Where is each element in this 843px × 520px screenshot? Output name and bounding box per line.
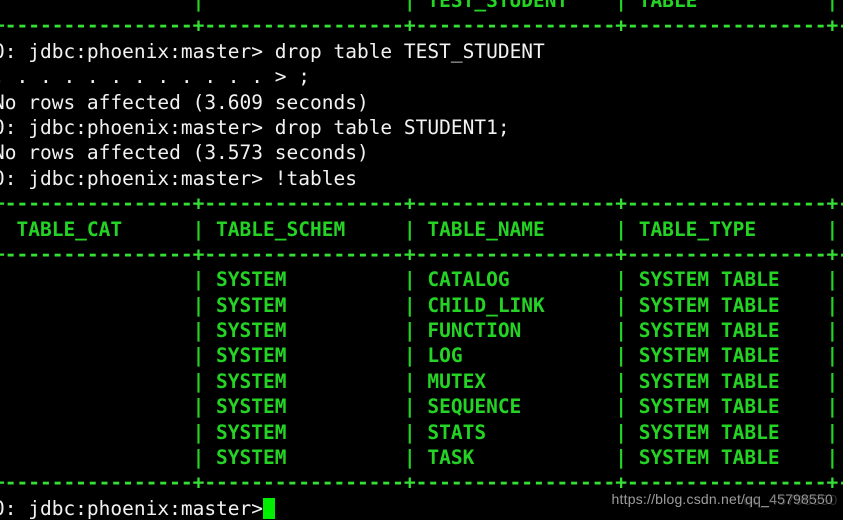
table-row: | | SYSTEM | LOG | SYSTEM TABLE | | [0, 344, 839, 368]
terminal-screen: | | | TEST_STUDENT | TABLE | | +--------… [0, 0, 843, 520]
command-text: drop table STUDENT1; [263, 115, 510, 139]
table-separator-top: +----------------+-----------------+----… [0, 14, 843, 38]
command-line-drop-test-student: 0: jdbc:phoenix:master> drop table TEST_… [0, 39, 843, 64]
shell-prompt: 0: jdbc:phoenix:master> [0, 166, 264, 190]
continuation-line: . . . . . . . . . . . . > ; [0, 64, 843, 89]
table-separator-above-header: +----------------+-----------------+----… [0, 192, 843, 216]
table-row-text: | | | TEST_STUDENT | TABLE | | [0, 0, 839, 12]
table-row: | | SYSTEM | TASK | SYSTEM TABLE | | [0, 446, 839, 470]
shell-prompt: 0: jdbc:phoenix:master> [0, 115, 264, 139]
table-row: | | SYSTEM | CHILD_LINK | SYSTEM TABLE |… [0, 293, 839, 317]
table-row: | | SYSTEM | FUNCTION | SYSTEM TABLE | | [0, 319, 839, 343]
command-text: !tables [263, 166, 357, 190]
scrollback-partial-row: | | | TEST_STUDENT | TABLE | | [0, 0, 843, 13]
watermark-ghost-text: qq_45798550 [743, 491, 838, 509]
output-rows-affected-1: No rows affected (3.609 seconds) [0, 90, 369, 114]
table-separator-below-header: +----------------+-----------------+----… [0, 242, 843, 266]
output-rows-affected-2: No rows affected (3.573 seconds) [0, 141, 369, 165]
watermark: https://blog.csdn.net/qq_45798550 qq_4579… [612, 487, 838, 512]
terminal-window[interactable]: | | | TEST_STUDENT | TABLE | | +--------… [0, 0, 843, 520]
shell-prompt: 0: jdbc:phoenix:master> [0, 496, 264, 520]
table-row: | | SYSTEM | CATALOG | SYSTEM TABLE | | [0, 268, 839, 292]
command-text: drop table TEST_STUDENT [263, 39, 545, 63]
table-row: | | SYSTEM | MUTEX | SYSTEM TABLE | | [0, 369, 839, 393]
text-cursor [263, 497, 275, 519]
table-row: | | SYSTEM | SEQUENCE | SYSTEM TABLE | | [0, 395, 839, 419]
continuation-prompt: . . . . . . . . . . . . > [0, 65, 287, 89]
command-text: ; [286, 65, 310, 89]
command-line-tables: 0: jdbc:phoenix:master> !tables [0, 166, 843, 191]
table-header-row: | TABLE_CAT | TABLE_SCHEM | TABLE_NAME |… [0, 217, 839, 241]
command-line-drop-student1: 0: jdbc:phoenix:master> drop table STUDE… [0, 115, 843, 140]
shell-prompt: 0: jdbc:phoenix:master> [0, 39, 264, 63]
table-row: | | SYSTEM | STATS | SYSTEM TABLE | | [0, 420, 839, 444]
